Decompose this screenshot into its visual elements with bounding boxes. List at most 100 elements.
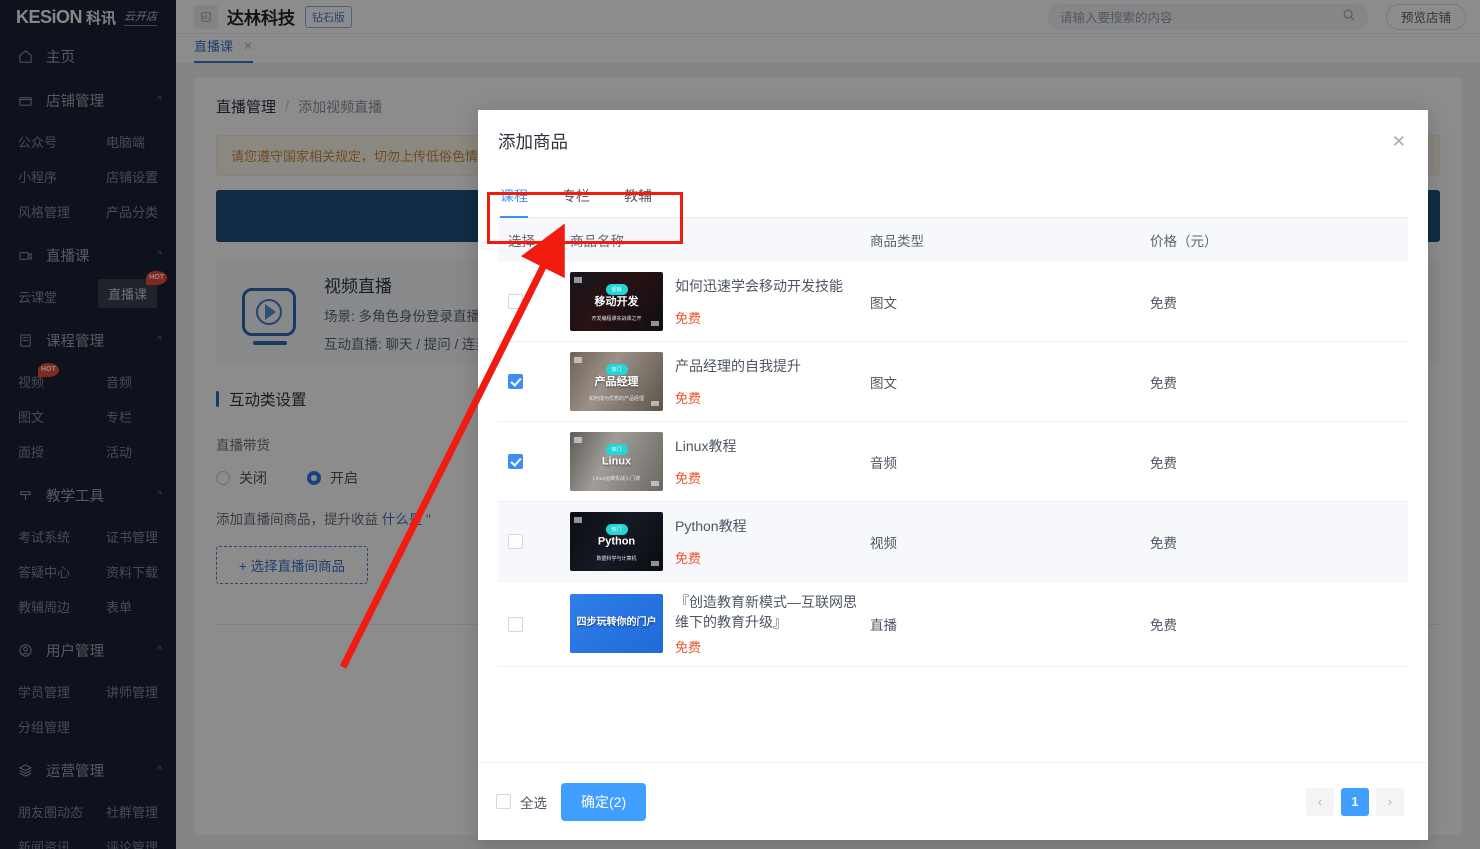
product-price-tag: 免费 [675, 637, 860, 656]
thumb-pill-label: 热门 [605, 444, 627, 455]
row-checkbox[interactable] [508, 294, 523, 309]
thumb-corner-icon [574, 277, 582, 283]
row-select-cell [498, 582, 560, 667]
select-all-label: 全选 [520, 792, 547, 812]
col-header-type: 商品类型 [860, 218, 1140, 262]
pagination-page-1[interactable]: 1 [1341, 788, 1369, 816]
row-select-cell [498, 262, 560, 342]
modal-title: 添加商品 [498, 129, 1392, 154]
thumb-title: Linux [570, 455, 663, 467]
row-price-cell: 免费 [1140, 502, 1408, 582]
thumb-title: 四步玩转你的门户 [570, 613, 663, 628]
table-header-row: 选择 商品名称 商品类型 价格（元） [498, 218, 1408, 262]
thumb-corner2-icon [651, 561, 659, 566]
product-price-tag: 免费 [675, 308, 843, 327]
row-type-cell: 直播 [860, 582, 1140, 667]
modal-tabs-wrap: 课程 专栏 教辅 [478, 172, 1428, 218]
product-table-body: 促销 移动开发 开发编程课实战课之开 如何迅速学会移动开发技能 免费 [498, 262, 1408, 666]
product-cell: 四步玩转你的门户 『创造教育新模式—互联网思维下的教育升级』 免费 [570, 592, 860, 656]
product-name: Python教程 [675, 516, 747, 536]
col-header-name: 商品名称 [560, 218, 860, 262]
product-name: Linux教程 [675, 436, 736, 456]
thumb-subtitle: 数据科学与计算机 [570, 555, 663, 562]
thumb-corner-icon [574, 437, 582, 443]
product-thumbnail: 热门 Python 数据科学与计算机 [570, 512, 663, 571]
product-name: 如何迅速学会移动开发技能 [675, 276, 843, 296]
product-cell: 热门 产品经理 如何成为优秀的产品经理 产品经理的自我提升 免费 [570, 352, 860, 411]
select-all-checkbox[interactable] [496, 794, 511, 809]
row-name-cell: 热门 Python 数据科学与计算机 Python教程 免费 [560, 502, 860, 582]
tab-columns[interactable]: 专栏 [562, 186, 590, 217]
row-checkbox[interactable] [508, 617, 523, 632]
row-checkbox[interactable] [508, 374, 523, 389]
col-header-select: 选择 [498, 218, 560, 262]
confirm-button[interactable]: 确定(2) [561, 783, 646, 821]
product-name: 『创造教育新模式—互联网思维下的教育升级』 [675, 592, 860, 633]
thumb-title: Python [570, 535, 663, 547]
row-name-cell: 热门 产品经理 如何成为优秀的产品经理 产品经理的自我提升 免费 [560, 342, 860, 422]
product-price-tag: 免费 [675, 388, 801, 407]
table-row[interactable]: 四步玩转你的门户 『创造教育新模式—互联网思维下的教育升级』 免费 直播 免费 [498, 582, 1408, 667]
col-header-price: 价格（元） [1140, 218, 1408, 262]
thumb-title: 移动开发 [570, 293, 663, 309]
table-row[interactable]: 热门 Linux Linux运维实战入门课 Linux教程 免费 [498, 422, 1408, 502]
row-price-cell: 免费 [1140, 422, 1408, 502]
row-name-cell: 四步玩转你的门户 『创造教育新模式—互联网思维下的教育升级』 免费 [560, 582, 860, 667]
thumb-title: 产品经理 [570, 373, 663, 389]
add-product-modal: 添加商品 ✕ 课程 专栏 教辅 选择 商品名称 商品类型 价格（元） [478, 110, 1428, 840]
row-type-cell: 音频 [860, 422, 1140, 502]
row-price-cell: 免费 [1140, 342, 1408, 422]
modal-header: 添加商品 ✕ [478, 110, 1428, 172]
tab-courses[interactable]: 课程 [500, 186, 528, 217]
product-meta: Linux教程 免费 [675, 436, 736, 487]
product-name: 产品经理的自我提升 [675, 356, 801, 376]
row-type-cell: 视频 [860, 502, 1140, 582]
product-price-tag: 免费 [675, 548, 747, 567]
product-meta: Python教程 免费 [675, 516, 747, 567]
product-price-tag: 免费 [675, 468, 736, 487]
tab-teaching-aids-label: 教辅 [624, 188, 652, 204]
thumb-subtitle: 如何成为优秀的产品经理 [570, 395, 663, 402]
table-row[interactable]: 热门 产品经理 如何成为优秀的产品经理 产品经理的自我提升 免费 [498, 342, 1408, 422]
row-select-cell [498, 502, 560, 582]
thumb-corner-icon [574, 517, 582, 523]
tab-courses-label: 课程 [500, 188, 528, 204]
product-thumbnail: 热门 Linux Linux运维实战入门课 [570, 432, 663, 491]
row-price-cell: 免费 [1140, 262, 1408, 342]
table-row[interactable]: 促销 移动开发 开发编程课实战课之开 如何迅速学会移动开发技能 免费 [498, 262, 1408, 342]
select-all-control[interactable]: 全选 [496, 792, 547, 812]
thumb-corner2-icon [651, 321, 659, 326]
row-type-cell: 图文 [860, 262, 1140, 342]
modal-tabs: 课程 专栏 教辅 [498, 172, 1408, 218]
product-cell: 热门 Linux Linux运维实战入门课 Linux教程 免费 [570, 432, 860, 491]
row-type-cell: 图文 [860, 342, 1140, 422]
modal-footer: 全选 确定(2) ‹ 1 › [478, 762, 1428, 840]
thumb-corner2-icon [651, 481, 659, 486]
row-checkbox[interactable] [508, 534, 523, 549]
app-root: KESiON 科讯 云开店 主页 店铺管理 ^ 公众号 电脑端 小程序 店铺设置… [0, 0, 1480, 849]
row-name-cell: 热门 Linux Linux运维实战入门课 Linux教程 免费 [560, 422, 860, 502]
tab-teaching-aids[interactable]: 教辅 [624, 186, 652, 217]
thumb-subtitle: Linux运维实战入门课 [570, 475, 663, 482]
product-meta: 产品经理的自我提升 免费 [675, 356, 801, 407]
row-select-cell [498, 342, 560, 422]
tab-columns-label: 专栏 [562, 188, 590, 204]
table-row[interactable]: 热门 Python 数据科学与计算机 Python教程 免费 [498, 502, 1408, 582]
pagination: ‹ 1 › [1306, 788, 1404, 816]
pagination-next[interactable]: › [1376, 788, 1404, 816]
product-table-head: 选择 商品名称 商品类型 价格（元） [498, 218, 1408, 262]
pagination-prev[interactable]: ‹ [1306, 788, 1334, 816]
thumb-corner-icon [574, 357, 582, 363]
row-price-cell: 免费 [1140, 582, 1408, 667]
row-checkbox[interactable] [508, 454, 523, 469]
product-cell: 促销 移动开发 开发编程课实战课之开 如何迅速学会移动开发技能 免费 [570, 272, 860, 331]
close-icon[interactable]: ✕ [1392, 133, 1406, 150]
row-name-cell: 促销 移动开发 开发编程课实战课之开 如何迅速学会移动开发技能 免费 [560, 262, 860, 342]
product-table-wrap: 选择 商品名称 商品类型 价格（元） 促销 [478, 218, 1428, 762]
product-meta: 如何迅速学会移动开发技能 免费 [675, 276, 843, 327]
thumb-corner2-icon [651, 401, 659, 406]
thumb-subtitle: 开发编程课实战课之开 [570, 315, 663, 322]
product-thumbnail: 四步玩转你的门户 [570, 594, 663, 653]
row-select-cell [498, 422, 560, 502]
thumb-pill-label: 热门 [605, 524, 627, 535]
